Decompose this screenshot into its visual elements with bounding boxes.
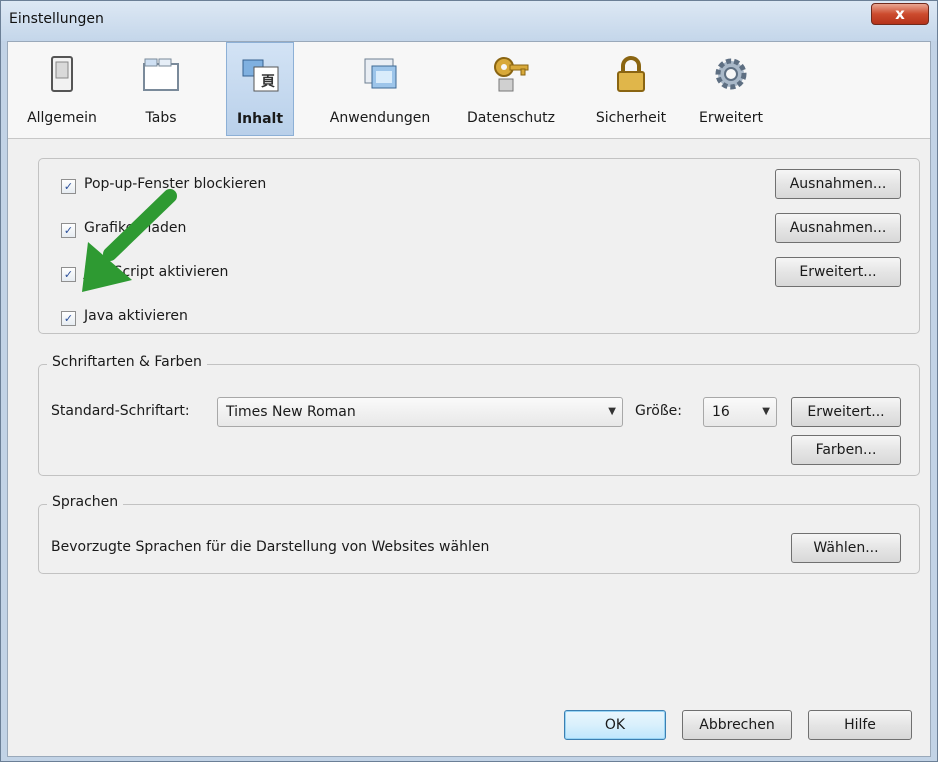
tab-allgemein[interactable]: Allgemein — [12, 42, 112, 136]
tab-sicherheit[interactable]: Sicherheit — [582, 42, 680, 136]
java-checkbox[interactable]: ✓ Java aktivieren — [61, 305, 188, 327]
help-button[interactable]: Hilfe — [808, 710, 912, 740]
tab-label: Erweitert — [699, 110, 763, 126]
font-size-label: Größe: — [635, 403, 683, 419]
font-size-select[interactable]: 16 ▼ — [703, 397, 777, 427]
key-icon — [494, 57, 529, 92]
lock-icon — [617, 56, 645, 92]
languages-description: Bevorzugte Sprachen für die Darstellung … — [51, 539, 490, 555]
content-icon: 頁 — [242, 59, 279, 92]
javascript-advanced-button[interactable]: Erweitert... — [775, 257, 901, 287]
tab-erweitert[interactable]: Erweitert — [688, 42, 774, 136]
window-title: Einstellungen — [9, 11, 104, 27]
colors-button[interactable]: Farben... — [791, 435, 901, 465]
switch-icon — [51, 56, 73, 92]
category-toolbar: Allgemein Tabs 頁 Inhalt Anwendungen Date… — [8, 42, 930, 139]
dropdown-arrow-icon: ▼ — [608, 406, 616, 417]
fonts-advanced-button[interactable]: Erweitert... — [791, 397, 901, 427]
fonts-colors-group: Schriftarten & Farben Standard-Schriftar… — [38, 354, 920, 476]
close-icon: x — [895, 5, 905, 23]
tab-label: Datenschutz — [467, 110, 555, 126]
fonts-legend: Schriftarten & Farben — [47, 354, 207, 370]
default-font-select[interactable]: Times New Roman ▼ — [217, 397, 623, 427]
tab-tabs[interactable]: Tabs — [126, 42, 196, 136]
tab-label: Allgemein — [27, 110, 97, 126]
languages-legend: Sprachen — [47, 494, 124, 510]
choose-languages-button[interactable]: Wählen... — [791, 533, 901, 563]
font-size-value: 16 — [712, 404, 730, 420]
tab-label: Anwendungen — [329, 110, 431, 126]
ok-button[interactable]: OK — [564, 710, 666, 740]
default-font-label: Standard-Schriftart: — [51, 403, 190, 419]
close-button[interactable]: x — [871, 3, 929, 25]
languages-group: Sprachen Bevorzugte Sprachen für die Dar… — [38, 494, 920, 574]
tab-label: Tabs — [145, 110, 177, 126]
annotation-arrow-icon — [82, 189, 177, 292]
checkbox-checked-icon: ✓ — [61, 311, 76, 326]
svg-text:頁: 頁 — [261, 74, 275, 90]
applications-icon — [364, 58, 397, 89]
tab-inhalt[interactable]: 頁 Inhalt — [226, 42, 294, 136]
tab-anwendungen[interactable]: Anwendungen — [314, 42, 446, 136]
images-exceptions-button[interactable]: Ausnahmen... — [775, 213, 901, 243]
tabs-icon — [143, 58, 179, 91]
popup-exceptions-button[interactable]: Ausnahmen... — [775, 169, 901, 199]
gear-icon — [715, 58, 747, 90]
checkbox-label: Java aktivieren — [84, 308, 188, 324]
dialog-body: Allgemein Tabs 頁 Inhalt Anwendungen Date… — [7, 41, 931, 757]
tab-datenschutz[interactable]: Datenschutz — [456, 42, 566, 136]
title-bar[interactable]: Einstellungen x — [1, 1, 937, 41]
default-font-value: Times New Roman — [226, 404, 356, 420]
preferences-window: Einstellungen x Allgemein Tabs 頁 Inhalt … — [0, 0, 938, 762]
tab-label: Inhalt — [236, 111, 284, 127]
dropdown-arrow-icon: ▼ — [762, 406, 770, 417]
cancel-button[interactable]: Abbrechen — [682, 710, 792, 740]
tab-label: Sicherheit — [595, 110, 667, 126]
